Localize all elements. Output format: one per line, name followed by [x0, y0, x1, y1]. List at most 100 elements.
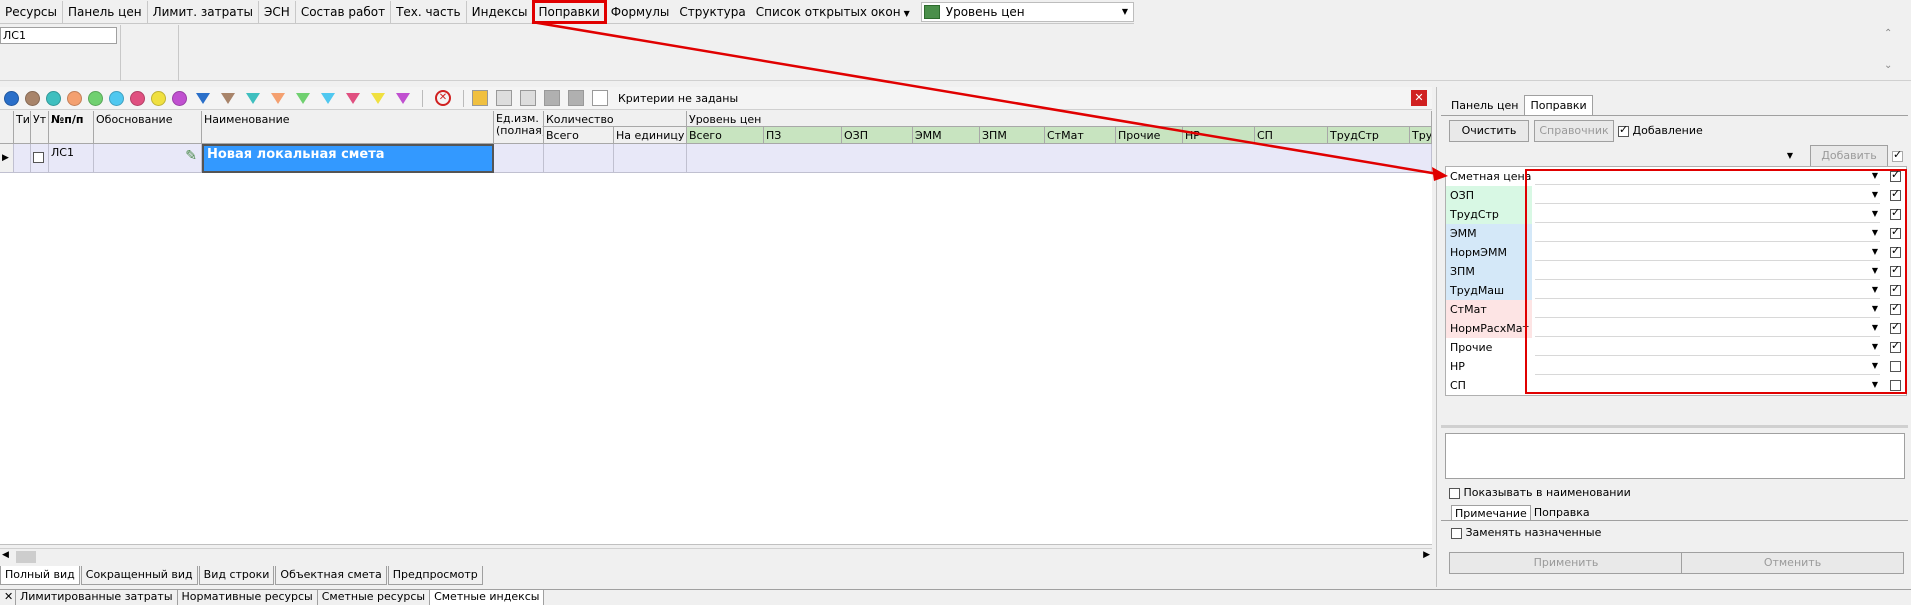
header-price-ozp[interactable]: ОЗП [842, 127, 913, 144]
apply-button[interactable]: Применить [1449, 552, 1683, 574]
correction-enabled-checkbox[interactable] [1890, 320, 1901, 334]
correction-value-select[interactable]: ▼ [1535, 168, 1880, 185]
splitter[interactable] [1441, 425, 1908, 428]
add-mode-check[interactable] [1618, 123, 1629, 137]
edit-pencil-icon[interactable]: ✎ [185, 148, 197, 164]
color-filter-orange-icon[interactable] [67, 90, 82, 106]
header-price-other[interactable]: Прочие [1116, 127, 1183, 144]
tab-limited-costs[interactable]: Лимитированные затраты [16, 590, 178, 605]
row-number-cell[interactable]: ЛС1 [49, 144, 94, 173]
show-in-name-checkbox[interactable] [1449, 487, 1460, 499]
correction-value-select[interactable]: ▼ [1535, 320, 1880, 337]
correction-value-select[interactable]: ▼ [1535, 358, 1880, 375]
menu-indices[interactable]: Индексы [467, 0, 534, 23]
correction-enabled-checkbox[interactable] [1890, 168, 1901, 182]
correction-enabled-checkbox[interactable] [1890, 301, 1901, 315]
menu-resources[interactable]: Ресурсы [0, 0, 64, 23]
header-basis[interactable]: Обоснование [94, 111, 202, 144]
correction-value-select[interactable]: ▼ [1535, 301, 1880, 318]
funnel-teal-icon[interactable] [246, 92, 260, 104]
tab-corrections[interactable]: Поправки [1524, 95, 1593, 115]
color-filter-purple-icon[interactable] [172, 90, 187, 106]
color-filter-teal-icon[interactable] [46, 90, 61, 106]
funnel-green-icon[interactable] [296, 92, 310, 104]
reference-button[interactable]: Справочник [1534, 120, 1614, 142]
header-price-trud[interactable]: Тру [1410, 127, 1432, 144]
menu-limit-costs[interactable]: Лимит. затраты [148, 0, 260, 23]
menu-structure[interactable]: Структура [674, 1, 750, 23]
price-level-select[interactable]: Уровень цен ▼ [920, 1, 1134, 22]
note-textarea[interactable] [1445, 433, 1905, 479]
row-qty-total-cell[interactable] [544, 144, 614, 173]
horizontal-scrollbar[interactable]: ◀ ▶ [0, 548, 1432, 565]
header-price-level[interactable]: Уровень цен [687, 111, 1432, 127]
estimate-code-field[interactable]: ЛС1 [0, 27, 117, 44]
funnel-brown-icon[interactable] [221, 92, 235, 104]
add-checkbox[interactable] [1892, 148, 1903, 162]
color-filter-yellow-icon[interactable] [151, 90, 166, 106]
tab-object-estimate[interactable]: Объектная смета [275, 566, 387, 585]
menu-tech-part[interactable]: Тех. часть [391, 0, 467, 23]
tab-row-view[interactable]: Вид строки [198, 566, 275, 585]
scroll-thumb[interactable] [16, 551, 36, 563]
funnel-yellow-icon[interactable] [371, 92, 385, 104]
close-icon[interactable]: ✕ [1411, 90, 1427, 106]
replace-assigned-option[interactable]: Заменять назначенные [1451, 526, 1601, 539]
correction-value-select[interactable]: ▼ [1535, 377, 1880, 394]
tab-short-view[interactable]: Сокращенный вид [80, 566, 198, 585]
scroll-left-icon[interactable]: ◀ [2, 550, 9, 560]
color-filter-green-icon[interactable] [88, 90, 103, 106]
header-price-nr[interactable]: НР [1183, 127, 1255, 144]
header-price-stmat[interactable]: СтМат [1045, 127, 1116, 144]
clear-filter-icon[interactable]: ✕ [435, 90, 451, 106]
correction-enabled-checkbox[interactable] [1890, 282, 1901, 296]
correction-enabled-checkbox[interactable] [1890, 244, 1901, 258]
correction-select[interactable]: ▼ [1449, 148, 1799, 166]
show-in-name-option[interactable]: Показывать в наименовании [1449, 486, 1631, 499]
replace-assigned-checkbox[interactable] [1451, 527, 1462, 539]
header-ti[interactable]: Ти [14, 111, 31, 144]
header-price-trudstr[interactable]: ТрудСтр [1328, 127, 1410, 144]
collapse-tree-icon[interactable] [520, 90, 536, 106]
chart-icon[interactable] [472, 90, 488, 106]
tab-full-view[interactable]: Полный вид [0, 566, 80, 585]
menu-corrections[interactable]: Поправки [532, 0, 607, 24]
move-up-icon[interactable] [544, 90, 560, 106]
correction-value-select[interactable]: ▼ [1535, 187, 1880, 204]
funnel-cyan-icon[interactable] [321, 92, 335, 104]
color-filter-cyan-icon[interactable] [109, 90, 124, 106]
clear-button[interactable]: Очистить [1449, 120, 1529, 142]
tab-preview[interactable]: Предпросмотр [387, 566, 483, 585]
correction-enabled-checkbox[interactable] [1890, 339, 1901, 353]
correction-value-select[interactable]: ▼ [1535, 206, 1880, 223]
funnel-blue-icon[interactable] [196, 92, 210, 104]
correction-enabled-checkbox[interactable] [1890, 206, 1901, 220]
tab-price-panel[interactable]: Панель цен [1445, 95, 1524, 115]
row-ut-checkbox[interactable] [33, 152, 44, 163]
header-price-emm[interactable]: ЭММ [913, 127, 980, 144]
correction-value-select[interactable]: ▼ [1535, 282, 1880, 299]
add-button[interactable]: Добавить [1810, 145, 1888, 167]
correction-value-select[interactable]: ▼ [1535, 339, 1880, 356]
correction-enabled-checkbox[interactable] [1890, 187, 1901, 201]
tab-estimate-resources[interactable]: Сметные ресурсы [318, 590, 431, 605]
correction-enabled-checkbox[interactable] [1890, 225, 1901, 239]
menu-price-panel[interactable]: Панель цен [63, 0, 148, 23]
add-check[interactable] [1892, 148, 1903, 162]
row-name-cell[interactable]: Новая локальная смета [202, 144, 494, 173]
color-filter-brown-icon[interactable] [25, 90, 40, 106]
row-ti-cell[interactable] [14, 144, 31, 173]
header-price-pz[interactable]: ПЗ [764, 127, 842, 144]
close-icon[interactable]: ✕ [0, 590, 16, 605]
scroll-up-icon[interactable]: ⌃ [1884, 28, 1892, 39]
open-windows-menu[interactable]: Список открытых окон ▼ [751, 1, 915, 23]
row-basis-cell[interactable]: ✎ [94, 144, 202, 173]
color-filter-pink-icon[interactable] [130, 90, 145, 106]
color-filter-blue-icon[interactable] [4, 90, 19, 106]
funnel-purple-icon[interactable] [396, 92, 410, 104]
header-ut[interactable]: Ут [31, 111, 49, 144]
tab-correction[interactable]: Поправка [1531, 505, 1593, 521]
correction-value-select[interactable]: ▼ [1535, 225, 1880, 242]
scroll-right-icon[interactable]: ▶ [1423, 550, 1430, 560]
scroll-down-icon[interactable]: ⌄ [1884, 60, 1892, 71]
